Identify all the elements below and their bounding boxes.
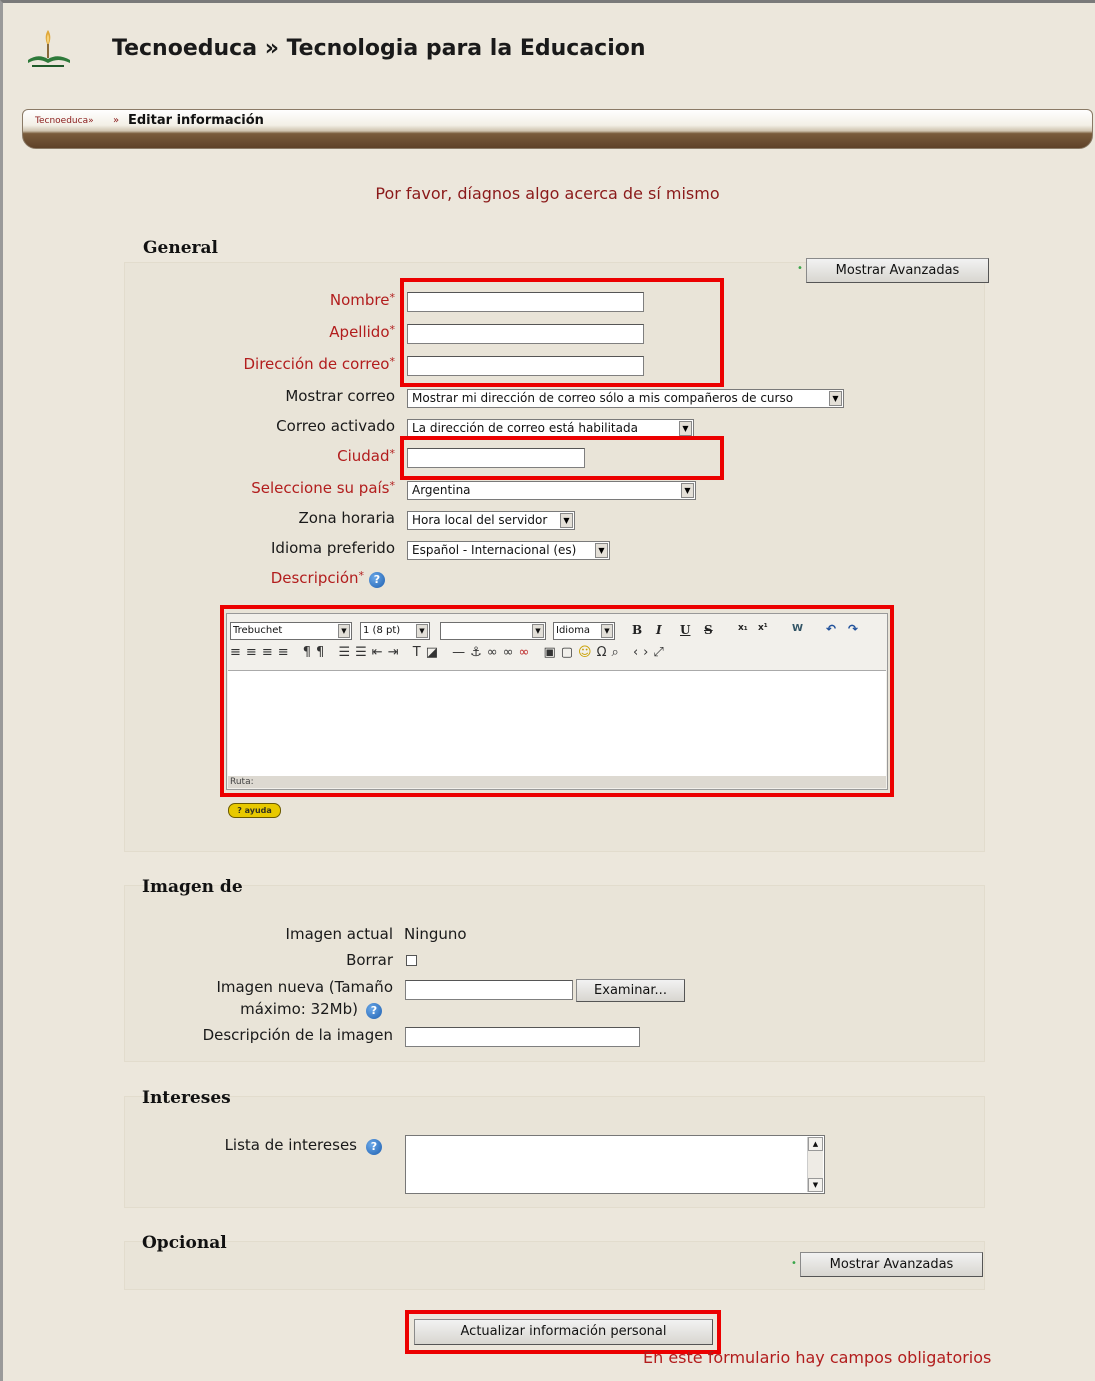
ciudad-label: Ciudad* bbox=[337, 447, 395, 465]
correo-activado-label: Correo activado bbox=[276, 417, 395, 435]
imagen-nueva-file-input[interactable] bbox=[405, 980, 573, 1000]
lista-intereses-textarea[interactable]: ▲ ▼ bbox=[405, 1135, 825, 1194]
breadcrumb-home-link[interactable]: Tecnoeduca» bbox=[35, 116, 94, 126]
mostrar-correo-value: Mostrar mi dirección de correo sólo a mi… bbox=[412, 391, 794, 405]
required-fields-note: En este formulario hay campos obligatori… bbox=[643, 1348, 992, 1367]
general-legend: General bbox=[143, 238, 218, 258]
borrar-label: Borrar bbox=[346, 951, 393, 969]
nombre-label: Nombre* bbox=[329, 291, 395, 309]
opcional-show-advanced-button[interactable]: Mostrar Avanzadas bbox=[800, 1252, 983, 1277]
chevron-down-icon: ▼ bbox=[679, 421, 692, 436]
descripcion-help-icon[interactable]: ? bbox=[369, 572, 385, 588]
examinar-button[interactable]: Examinar... bbox=[576, 979, 685, 1002]
intro-text: Por favor, díagnos algo acerca de sí mis… bbox=[375, 184, 720, 203]
apellido-label: Apellido* bbox=[329, 323, 395, 341]
highlight-box-city bbox=[400, 436, 724, 480]
imagen-descripcion-label: Descripción de la imagen bbox=[202, 1026, 393, 1044]
editor-help-badge[interactable]: ? ayuda bbox=[228, 803, 281, 818]
imagen-actual-label: Imagen actual bbox=[285, 925, 393, 943]
chevron-down-icon: ▼ bbox=[829, 391, 842, 406]
idioma-select[interactable]: Español - Internacional (es) ▼ bbox=[407, 541, 610, 560]
textarea-scrollbar[interactable]: ▲ ▼ bbox=[807, 1137, 823, 1192]
zona-horaria-select[interactable]: Hora local del servidor ▼ bbox=[407, 511, 575, 530]
intereses-legend: Intereses bbox=[142, 1088, 231, 1108]
idioma-label: Idioma preferido bbox=[271, 539, 395, 557]
correo-activado-value: La dirección de correo está habilitada bbox=[412, 421, 638, 435]
opcional-legend: Opcional bbox=[142, 1233, 227, 1253]
borrar-checkbox[interactable] bbox=[406, 955, 417, 966]
imagen-nueva-help-icon[interactable]: ? bbox=[366, 1003, 382, 1019]
imagen-descripcion-input[interactable] bbox=[405, 1027, 640, 1047]
show-advanced-button[interactable]: Mostrar Avanzadas bbox=[806, 258, 989, 283]
scroll-down-icon[interactable]: ▼ bbox=[808, 1178, 823, 1192]
lista-intereses-label: Lista de intereses bbox=[224, 1136, 357, 1154]
mostrar-correo-label: Mostrar correo bbox=[285, 387, 395, 405]
chevron-down-icon: ▼ bbox=[681, 483, 694, 498]
site-title: Tecnoeduca » Tecnologia para la Educacio… bbox=[112, 36, 646, 61]
pais-select[interactable]: Argentina ▼ bbox=[407, 481, 696, 500]
advanced-marker-icon: • bbox=[797, 263, 803, 274]
chevron-down-icon: ▼ bbox=[595, 543, 608, 558]
mostrar-correo-select[interactable]: Mostrar mi dirección de correo sólo a mi… bbox=[407, 389, 844, 408]
imagen-actual-value: Ninguno bbox=[404, 925, 467, 943]
zona-horaria-label: Zona horaria bbox=[298, 509, 396, 527]
scroll-up-icon[interactable]: ▲ bbox=[808, 1137, 823, 1151]
pais-value: Argentina bbox=[412, 483, 471, 497]
advanced-marker-icon: • bbox=[791, 1258, 797, 1269]
zona-horaria-value: Hora local del servidor bbox=[412, 513, 548, 527]
imagen-nueva-label-line1: Imagen nueva (Tamaño bbox=[216, 978, 393, 996]
highlight-box-names bbox=[400, 278, 724, 387]
imagen-legend: Imagen de bbox=[142, 877, 243, 897]
descripcion-label: Descripción* bbox=[270, 569, 364, 587]
breadcrumb-current: Editar información bbox=[128, 113, 264, 128]
email-label: Dirección de correo* bbox=[243, 355, 396, 373]
lista-intereses-help-icon[interactable]: ? bbox=[366, 1139, 382, 1155]
highlight-box-editor bbox=[220, 605, 894, 797]
site-logo bbox=[24, 26, 74, 74]
idioma-value: Español - Internacional (es) bbox=[412, 543, 577, 557]
chevron-down-icon: ▼ bbox=[560, 513, 573, 528]
imagen-nueva-label-line2: máximo: 32Mb) bbox=[240, 1000, 358, 1018]
pais-label: Seleccione su país* bbox=[251, 479, 395, 497]
breadcrumb-separator: » bbox=[113, 115, 120, 126]
